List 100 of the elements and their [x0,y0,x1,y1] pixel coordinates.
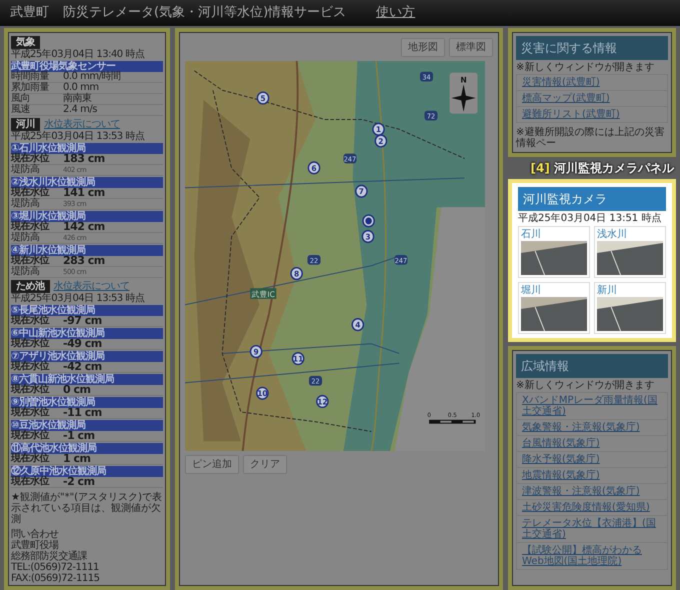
timestamp: 平成25年03月04日 13:40 時点 [11,49,146,60]
camera-card[interactable]: 堀川 [518,282,590,334]
section-label: 気象 [11,36,40,49]
station-header: ⑨別曽池水位観測局 [11,397,163,408]
station-header: ⑥中山新池水位観測局 [11,328,163,339]
map-marker[interactable]: 4 [352,318,364,332]
station-header: ⑤長尾池水位観測局 [11,305,163,316]
help-link[interactable]: 水位表示について [44,118,120,131]
row-label: 現在水位 [11,454,50,464]
timestamp: 平成25年03月04日 13:53 時点 [11,293,146,304]
station-header: ⑦アザリ池水位観測局 [11,351,163,362]
map-layer-button[interactable]: 標準図 [449,38,493,57]
water-level: 0 cm [63,385,90,395]
map-action-button[interactable]: クリア [243,455,287,474]
station-header: ②浅水川水位観測局 [11,177,163,188]
water-level: 141 cm [63,188,105,198]
info-link[interactable]: 【試験公開】標高がわかるWeb地図(国土地理院) [516,542,668,570]
camera-name: 新川 [597,285,618,297]
row-label: 現在水位 [11,431,50,441]
station-header: ③堀川水位観測局 [11,211,163,222]
map-marker[interactable]: 2 [374,134,388,148]
camera-name: 浅水川 [597,229,628,241]
water-level: -97 cm [63,316,102,326]
info-link[interactable]: 台風情報(気象庁) [516,435,668,452]
site-name: 武豊町 [10,4,49,22]
info-link[interactable]: 地震情報(気象庁) [516,467,668,484]
map-marker[interactable]: 10 [256,386,269,400]
info-link[interactable]: 標高マップ(武豊町) [516,90,668,107]
row-label: 現在水位 [11,222,50,232]
station-header: ⑩豆池水位観測局 [11,420,163,431]
row-value: 2.4 m/s [63,105,97,115]
map-marker[interactable]: 9 [250,344,262,358]
map-action-button[interactable]: ピン追加 [185,455,239,474]
row-value: 0.0 mm/時間 [63,72,120,82]
row-label: 現在水位 [11,339,50,349]
notice-text: ※新しくウィンドウが開きます [516,378,656,393]
contact-line: FAX:(0569)72-1115 [11,573,100,584]
camera-card[interactable]: 石川 [518,226,590,278]
row-label: 現在水位 [11,256,50,266]
contact-line: 問い合わせ [11,529,60,540]
row-label: 堤防高 [11,233,40,243]
water-level: -1 cm [63,431,95,441]
help-link[interactable]: 使い方 [376,3,416,23]
row-label: 現在水位 [11,408,50,418]
map-marker[interactable]: 11 [292,352,304,366]
row-label: 現在水位 [11,477,50,487]
station-header: ⑧六貫山新池水位観測局 [11,374,163,385]
water-level: -49 cm [63,339,102,349]
notice-text: ※新しくウィンドウが開きます [516,60,656,75]
section-label: 河川 [11,118,40,131]
map-marker[interactable]: 3 [362,230,374,244]
row-label: 累加雨量 [11,83,50,93]
water-level: 1 cm [63,454,90,464]
photo-placeholder [597,241,663,275]
panel-header: 広域情報 [516,354,668,378]
water-level: -42 cm [63,362,102,372]
section-label: ため池 [11,280,50,293]
contact-line: 武豊町役場 [11,540,59,551]
contact-line: 総務部防災交通課 [11,551,88,562]
station-header: ④新川水位観測局 [11,245,163,256]
footnote: ★観測値が"*"(アスタリスク)で表示されている項目は、観測値が欠測 [11,492,163,525]
row-label: 現在水位 [11,385,50,395]
info-link[interactable]: 避難所リスト(武豊町) [516,106,668,123]
panel-header: 災害に関する情報 [516,36,668,60]
water-level: 183 cm [63,154,105,164]
map-marker[interactable]: 7 [355,184,368,198]
map-marker[interactable]: 8 [290,266,303,280]
water-level: 142 cm [63,222,105,232]
photo-placeholder [521,241,587,275]
info-link[interactable]: 降水予報(気象庁) [516,451,668,468]
info-link[interactable]: 気象警報・注意報(気象庁) [516,419,668,436]
row-label: 現在水位 [11,316,50,326]
notice-text: ※避難所開設の際には上記の災害情報ペー [516,127,666,149]
map-marker[interactable]: 12 [316,394,329,408]
map-marker[interactable]: 6 [308,161,320,174]
row-label: 風向 [11,94,31,104]
timestamp: 平成25年03月04日 13:53 時点 [11,131,146,142]
station-header: ⑪高代池水位観測局 [11,443,163,454]
camera-card[interactable]: 新川 [594,282,666,334]
map-marker[interactable]: 5 [256,91,270,105]
water-level: -11 cm [63,408,102,418]
compass-rose: N [450,72,478,114]
info-link[interactable]: テレメータ水位【衣浦港】(国土交通省) [516,515,668,543]
callout-label: 河川監視カメラパネル [554,161,674,175]
row-label: 堤防高 [11,267,40,277]
map-marker[interactable] [362,214,375,228]
help-link[interactable]: 水位表示について [54,280,130,293]
info-link[interactable]: 津波警報・注意報(気象庁) [516,483,668,500]
station-header: ①石川水位観測局 [11,143,163,154]
camera-card[interactable]: 浅水川 [594,226,666,278]
info-link[interactable]: XバンドMPレーダ雨量情報(国土交通省) [516,392,668,420]
panel-header: 河川監視カメラ [518,187,666,211]
row-label: 現在水位 [11,188,50,198]
info-link[interactable]: 災害情報(武豊町) [516,74,668,91]
station-header: ⑫久原中池水位観測局 [11,466,163,477]
info-link[interactable]: 土砂災害危険度情報(愛知県) [516,499,668,516]
station-header: 武豊町役場気象センサー [11,61,163,72]
row-label: 堤防高 [11,199,40,209]
map-layer-button[interactable]: 地形図 [401,38,445,57]
row-label: 時間雨量 [11,72,49,82]
